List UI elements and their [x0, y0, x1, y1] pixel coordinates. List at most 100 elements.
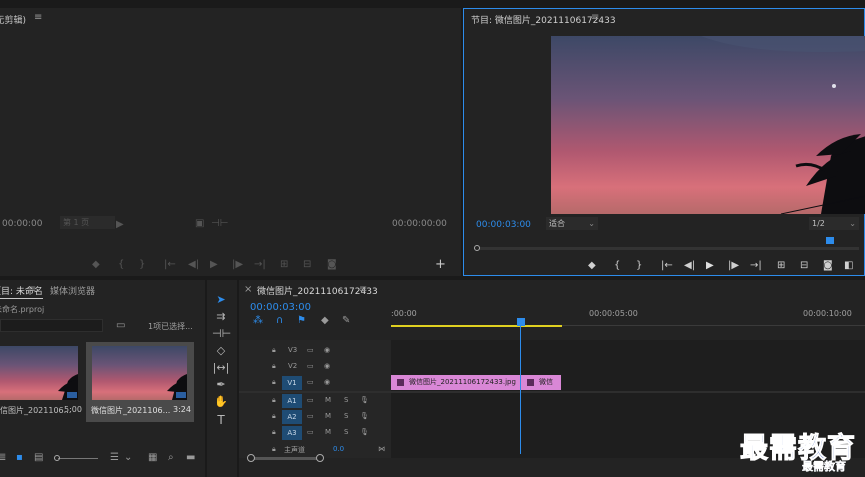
program-video-frame[interactable]: [551, 36, 865, 214]
scrollbar-handle-right[interactable]: [316, 454, 324, 462]
list-view-icon[interactable]: ≣: [0, 453, 6, 463]
panel-menu-icon[interactable]: ≡: [359, 285, 367, 295]
solo-toggle[interactable]: S: [344, 428, 348, 436]
lift-icon[interactable]: ⊞: [777, 261, 785, 271]
search-icon[interactable]: ⌕: [168, 453, 174, 463]
go-to-in-icon[interactable]: |←: [661, 261, 673, 271]
go-to-end-icon[interactable]: ⋈: [378, 445, 385, 453]
new-bin-icon[interactable]: ▭: [116, 321, 125, 331]
project-item[interactable]: 微信图片_2021106... 5:00: [0, 342, 84, 422]
type-tool-icon[interactable]: T: [212, 412, 230, 428]
play-triangle-icon[interactable]: ▶: [116, 220, 124, 230]
close-icon[interactable]: ×: [244, 285, 252, 295]
step-back-icon[interactable]: ◀|: [684, 261, 695, 271]
lock-icon[interactable]: 🔒︎: [272, 428, 276, 437]
eye-icon[interactable]: ◉: [324, 378, 330, 386]
quality-dropdown[interactable]: 1/2 ⌄: [809, 217, 859, 230]
timeline-clip[interactable]: 微信图片_20211106172433.jpg: [391, 375, 520, 390]
step-forward-icon[interactable]: |▶: [728, 261, 739, 271]
eye-icon[interactable]: ◉: [324, 362, 330, 370]
lock-icon[interactable]: 🔒︎: [272, 346, 276, 355]
pen-tool-icon[interactable]: ✒: [212, 377, 230, 393]
master-volume[interactable]: 0.0: [333, 445, 344, 453]
out-point-icon[interactable]: }: [636, 261, 642, 271]
sort-icon[interactable]: ☰: [110, 453, 119, 463]
sync-lock-icon[interactable]: ▭: [307, 378, 314, 386]
insert-icon[interactable]: ⊞: [280, 260, 288, 270]
slip-tool-icon[interactable]: |↔|: [212, 360, 230, 376]
playhead-marker[interactable]: [826, 237, 834, 244]
extract-icon[interactable]: ⊟: [800, 261, 808, 271]
razor-tool-icon[interactable]: ◇: [212, 343, 230, 359]
source-page-dropdown[interactable]: 第 1 页: [60, 216, 115, 229]
lock-icon[interactable]: 🔒︎: [272, 445, 276, 454]
go-to-out-icon[interactable]: →|: [750, 261, 762, 271]
mute-toggle[interactable]: M: [325, 412, 331, 420]
track-master[interactable]: 🔒︎ 主声道 0.0 ⋈: [240, 442, 390, 458]
timeline-clip[interactable]: 微信: [521, 375, 561, 390]
linked-selection-icon[interactable]: ⚑: [297, 316, 306, 326]
zoom-slider-track[interactable]: [58, 458, 98, 459]
source-monitor-title[interactable]: (无剪辑): [0, 13, 26, 26]
timeline-timecode[interactable]: 00:00:03:00: [250, 302, 311, 313]
track-v2[interactable]: 🔒︎ V2 ▭ ◉: [240, 359, 390, 375]
overwrite-icon[interactable]: ⊟: [303, 260, 311, 270]
solo-toggle[interactable]: S: [344, 412, 348, 420]
panel-menu-icon[interactable]: ≡: [34, 13, 42, 23]
freeform-view-icon[interactable]: ▤: [34, 453, 43, 463]
step-back-icon[interactable]: ◀|: [188, 260, 199, 270]
project-item[interactable]: 微信图片_2021106... 3:24: [86, 342, 194, 422]
settings-square-icon[interactable]: ▣: [195, 219, 204, 229]
lock-icon[interactable]: 🔒︎: [272, 362, 276, 371]
solo-toggle[interactable]: S: [344, 396, 348, 404]
timeline-zoom-scrollbar[interactable]: [250, 457, 320, 460]
selection-tool-icon[interactable]: ➤: [212, 292, 230, 308]
track-v1[interactable]: 🔒︎ V1 ▭ ◉: [240, 375, 390, 391]
sync-lock-icon[interactable]: ▭: [307, 346, 314, 354]
tab-media-browser[interactable]: 媒体浏览器: [50, 284, 95, 297]
in-point-icon[interactable]: {: [614, 261, 620, 271]
track-select-tool-icon[interactable]: ⇉: [212, 309, 230, 325]
add-marker-icon[interactable]: ◆: [321, 316, 329, 326]
marker-icon[interactable]: ◆: [92, 260, 100, 270]
sync-lock-icon[interactable]: ▭: [307, 362, 314, 370]
playhead-handle[interactable]: [517, 318, 525, 326]
mic-icon[interactable]: 🎙︎: [360, 428, 369, 436]
track-a1[interactable]: 🔒︎ A1 ▭ M S 🎙︎: [240, 393, 390, 409]
fit-dropdown[interactable]: 适合 ⌄: [546, 217, 598, 230]
icon-view-icon[interactable]: ▪: [16, 453, 23, 463]
sync-lock-icon[interactable]: ▭: [307, 412, 314, 420]
nest-icon[interactable]: ⁂: [253, 316, 263, 326]
scrollbar-handle-left[interactable]: [247, 454, 255, 462]
track-a3[interactable]: 🔒︎ A3 ▭ M S 🎙︎: [240, 425, 390, 441]
hand-tool-icon[interactable]: ✋: [212, 394, 230, 410]
compare-view-icon[interactable]: ◧: [844, 261, 853, 271]
tab-project[interactable]: 项目: 未命名: [0, 284, 43, 299]
zoom-slider-handle[interactable]: [54, 455, 60, 461]
camera-icon[interactable]: ◙: [327, 260, 337, 270]
camera-icon[interactable]: ◙: [823, 261, 833, 271]
mic-icon[interactable]: 🎙︎: [360, 412, 369, 420]
wrench-icon[interactable]: ✎: [342, 316, 350, 326]
eye-icon[interactable]: ◉: [324, 346, 330, 354]
lock-icon[interactable]: 🔒︎: [272, 378, 276, 387]
play-icon[interactable]: ▶: [706, 261, 714, 271]
play-icon[interactable]: ▶: [210, 260, 218, 270]
track-target-a1[interactable]: A1: [282, 394, 302, 408]
program-timecode[interactable]: 00:00:03:00: [476, 220, 531, 230]
step-forward-icon[interactable]: |▶: [232, 260, 243, 270]
mic-icon[interactable]: 🎙︎: [360, 396, 369, 404]
track-v3[interactable]: 🔒︎ V3 ▭ ◉: [240, 343, 390, 359]
add-button[interactable]: +: [435, 257, 446, 272]
track-target-a2[interactable]: A2: [282, 410, 302, 424]
out-point-icon[interactable]: }: [139, 260, 145, 270]
sync-lock-icon[interactable]: ▭: [307, 428, 314, 436]
work-area-bar[interactable]: [391, 325, 562, 327]
progress-track[interactable]: [476, 247, 859, 250]
lock-icon[interactable]: 🔒︎: [272, 396, 276, 405]
go-to-in-icon[interactable]: |←: [164, 260, 176, 270]
ripple-icon[interactable]: ⊣⊢: [211, 219, 228, 229]
chevron-down-icon[interactable]: ⌄: [124, 453, 132, 463]
track-target-v1[interactable]: V1: [282, 376, 302, 390]
track-target-a3[interactable]: A3: [282, 426, 302, 440]
